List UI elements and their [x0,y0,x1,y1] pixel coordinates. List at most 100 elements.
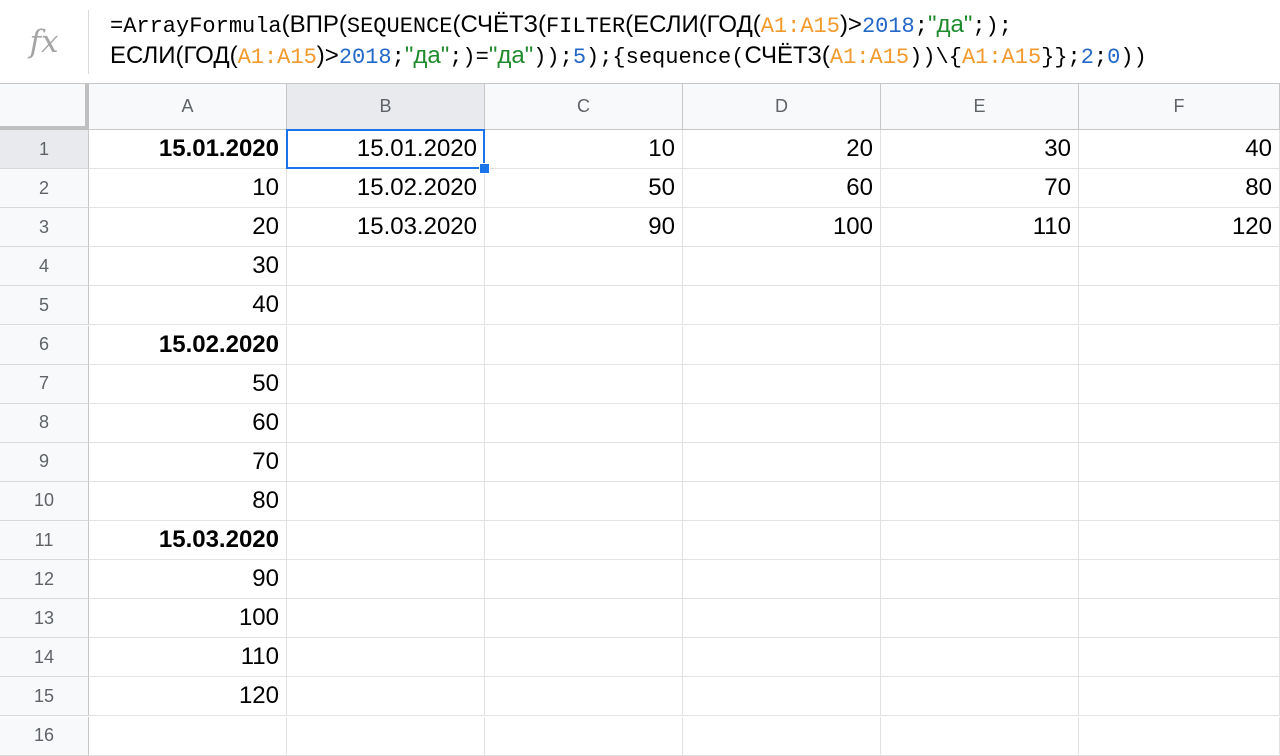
select-all-corner[interactable] [0,84,89,130]
cell-a14[interactable]: 110 [89,638,287,678]
cell-d8[interactable] [683,403,881,443]
cell-f12[interactable] [1079,560,1280,600]
cell-f8[interactable] [1079,403,1280,443]
row-header-1[interactable]: 1 [0,130,89,170]
cell-a7[interactable]: 50 [89,364,287,404]
cell-e11[interactable] [881,521,1079,561]
row-header-6[interactable]: 6 [0,325,89,365]
cell-a3[interactable]: 20 [89,208,287,248]
cell-e15[interactable] [881,677,1079,717]
cell-e1[interactable]: 30 [881,130,1079,170]
row-header-3[interactable]: 3 [0,208,89,248]
cell-f5[interactable] [1079,286,1280,326]
cell-f11[interactable] [1079,521,1280,561]
cell-f6[interactable] [1079,325,1280,365]
cell-f15[interactable] [1079,677,1280,717]
cell-d12[interactable] [683,560,881,600]
cell-c9[interactable] [485,442,683,482]
cell-b15[interactable] [287,677,485,717]
cell-e10[interactable] [881,481,1079,521]
cell-a2[interactable]: 10 [89,169,287,209]
cell-d7[interactable] [683,364,881,404]
cell-d9[interactable] [683,442,881,482]
cell-a5[interactable]: 40 [89,286,287,326]
cell-b9[interactable] [287,442,485,482]
cell-c15[interactable] [485,677,683,717]
cell-e3[interactable]: 110 [881,208,1079,248]
cell-c3[interactable]: 90 [485,208,683,248]
row-header-8[interactable]: 8 [0,403,89,443]
cell-b7[interactable] [287,364,485,404]
cell-b2[interactable]: 15.02.2020 [287,169,485,209]
fill-handle[interactable] [479,163,490,175]
cell-f13[interactable] [1079,599,1280,639]
cell-c10[interactable] [485,481,683,521]
cell-d2[interactable]: 60 [683,169,881,209]
cell-d6[interactable] [683,325,881,365]
row-header-5[interactable]: 5 [0,286,89,326]
cell-e7[interactable] [881,364,1079,404]
cell-e5[interactable] [881,286,1079,326]
cell-a15[interactable]: 120 [89,677,287,717]
cell-a13[interactable]: 100 [89,599,287,639]
cell-c12[interactable] [485,560,683,600]
cell-e13[interactable] [881,599,1079,639]
cell-b8[interactable] [287,403,485,443]
row-header-16[interactable]: 16 [0,716,89,756]
cell-a4[interactable]: 30 [89,247,287,287]
cell-b16[interactable] [287,716,485,756]
cell-b6[interactable] [287,325,485,365]
cell-d5[interactable] [683,286,881,326]
cell-e2[interactable]: 70 [881,169,1079,209]
row-header-4[interactable]: 4 [0,247,89,287]
row-header-9[interactable]: 9 [0,442,89,482]
cell-f7[interactable] [1079,364,1280,404]
cell-d16[interactable] [683,716,881,756]
cell-a1[interactable]: 15.01.2020 [89,130,287,170]
cell-b11[interactable] [287,521,485,561]
cell-f2[interactable]: 80 [1079,169,1280,209]
column-header-f[interactable]: F [1079,84,1280,130]
cell-b5[interactable] [287,286,485,326]
formula-input[interactable]: =ArrayFormula(ВПР(SEQUENCE(СЧЁТЗ(FILTER(… [110,10,1275,72]
cell-d4[interactable] [683,247,881,287]
cell-c13[interactable] [485,599,683,639]
cell-d3[interactable]: 100 [683,208,881,248]
row-header-10[interactable]: 10 [0,481,89,521]
cell-d14[interactable] [683,638,881,678]
cell-a8[interactable]: 60 [89,403,287,443]
cell-e16[interactable] [881,716,1079,756]
cell-a12[interactable]: 90 [89,560,287,600]
row-header-15[interactable]: 15 [0,677,89,717]
cell-b3[interactable]: 15.03.2020 [287,208,485,248]
row-header-7[interactable]: 7 [0,364,89,404]
cell-e4[interactable] [881,247,1079,287]
cell-b1[interactable]: 15.01.2020 [287,130,485,170]
cell-b13[interactable] [287,599,485,639]
cell-a10[interactable]: 80 [89,481,287,521]
cell-f14[interactable] [1079,638,1280,678]
row-header-11[interactable]: 11 [0,521,89,561]
cell-d10[interactable] [683,481,881,521]
cell-f3[interactable]: 120 [1079,208,1280,248]
cell-d13[interactable] [683,599,881,639]
cell-b14[interactable] [287,638,485,678]
cell-e12[interactable] [881,560,1079,600]
cell-c4[interactable] [485,247,683,287]
cell-b10[interactable] [287,481,485,521]
cell-a6[interactable]: 15.02.2020 [89,325,287,365]
cell-e9[interactable] [881,442,1079,482]
cell-c16[interactable] [485,716,683,756]
cell-c11[interactable] [485,521,683,561]
row-header-12[interactable]: 12 [0,560,89,600]
column-header-d[interactable]: D [683,84,881,130]
cell-c2[interactable]: 50 [485,169,683,209]
cell-a16[interactable] [89,716,287,756]
cell-c1[interactable]: 10 [485,130,683,170]
row-header-13[interactable]: 13 [0,599,89,639]
cell-c7[interactable] [485,364,683,404]
column-header-a[interactable]: A [89,84,287,130]
column-header-b[interactable]: B [287,84,485,130]
spreadsheet-grid[interactable]: A B C D E F 1 15.01.2020 15.01.2020 10 20 30 40 2 10 15… [0,84,1280,756]
column-header-e[interactable]: E [881,84,1079,130]
